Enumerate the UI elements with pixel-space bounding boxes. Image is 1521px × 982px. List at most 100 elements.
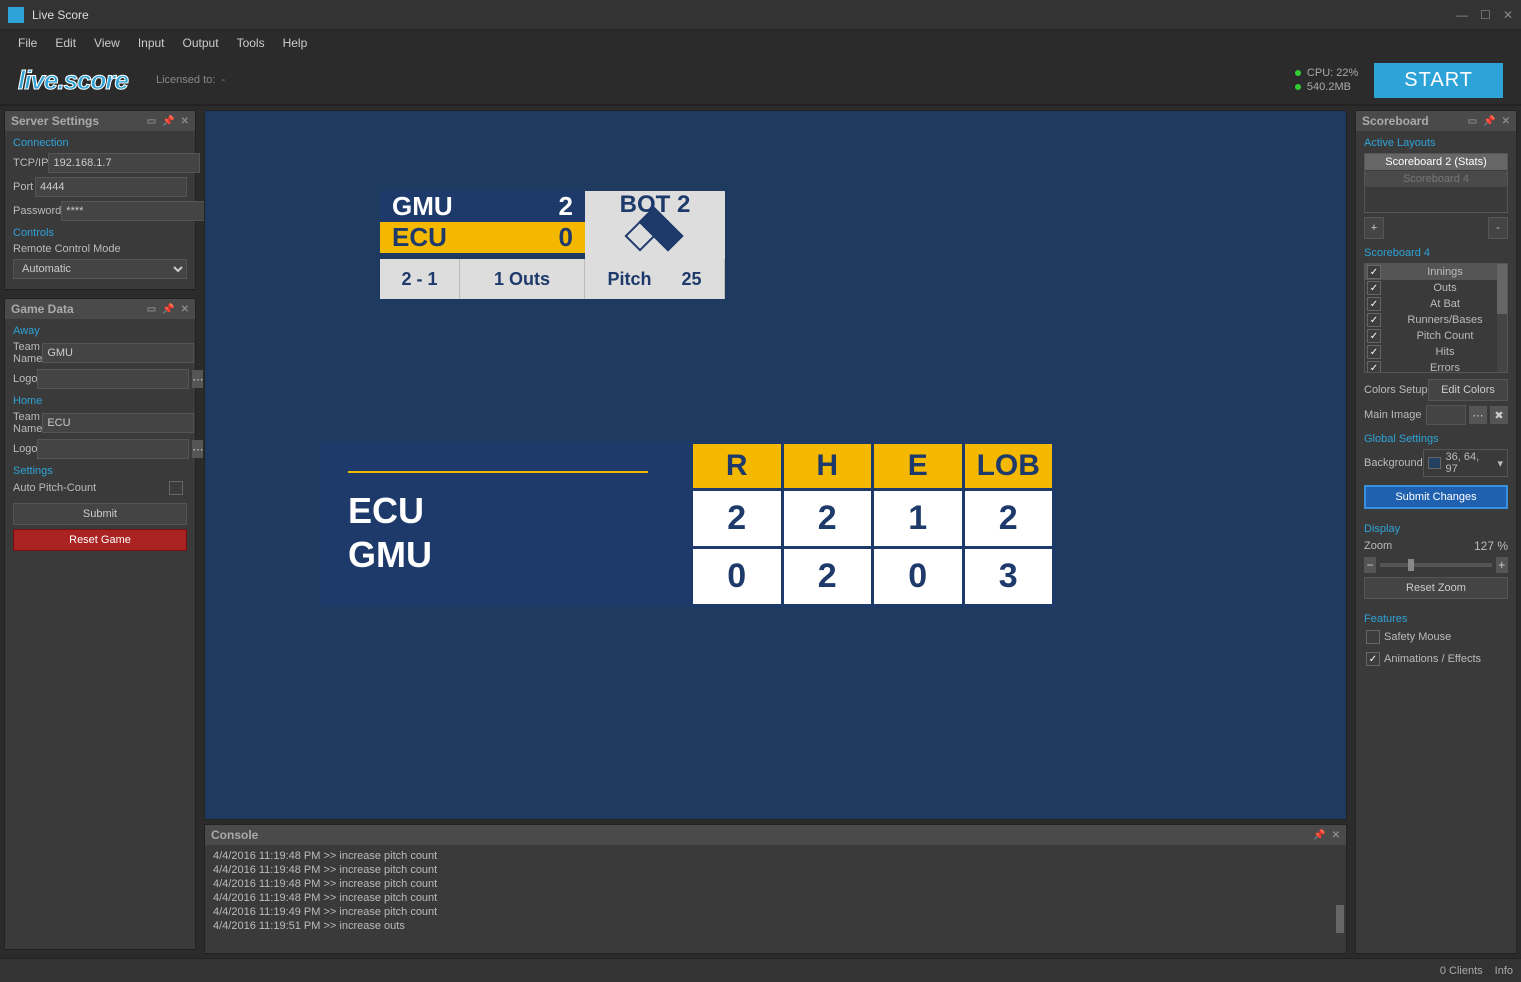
panel-close-icon[interactable]: ✕ <box>1502 116 1510 127</box>
menu-input[interactable]: Input <box>138 36 165 50</box>
scrollbar[interactable] <box>1497 264 1507 372</box>
option-checkbox[interactable] <box>1367 281 1381 295</box>
edit-colors-button[interactable]: Edit Colors <box>1428 379 1508 401</box>
password-label: Password <box>13 205 61 217</box>
submit-changes-button[interactable]: Submit Changes <box>1364 485 1508 509</box>
console-panel: Console 📌 ✕ 4/4/2016 11:19:48 PM >> incre… <box>204 824 1347 954</box>
zoom-value: 127 % <box>1474 539 1508 553</box>
menu-view[interactable]: View <box>94 36 120 50</box>
logo: live.score <box>18 65 128 96</box>
scoreboard-panel-title: Scoreboard <box>1362 114 1468 128</box>
game-data-title: Game Data <box>11 302 147 316</box>
option-checkbox[interactable] <box>1367 361 1381 373</box>
tcpip-label: TCP/IP <box>13 157 48 169</box>
connection-label: Connection <box>13 137 187 149</box>
away-teamname-label: Team Name <box>13 341 42 365</box>
zoom-slider[interactable] <box>1380 563 1491 567</box>
away-teamname-input[interactable] <box>42 343 194 363</box>
home-teamname-input[interactable] <box>42 413 194 433</box>
scrollbar-thumb[interactable] <box>1336 905 1344 933</box>
option-checkbox[interactable] <box>1367 313 1381 327</box>
window-title: Live Score <box>32 8 1456 22</box>
game-data-panel: Game Data ▭📌✕ Away Team Name Logo⋯✖ Home… <box>4 298 196 950</box>
clear-icon[interactable]: ✖ <box>1490 406 1508 424</box>
display-label: Display <box>1364 523 1508 535</box>
zoom-minus[interactable]: − <box>1364 557 1376 573</box>
away-logo-label: Logo <box>13 373 37 385</box>
maximize-icon[interactable]: ☐ <box>1480 8 1491 22</box>
option-checkbox[interactable] <box>1367 345 1381 359</box>
console-body[interactable]: 4/4/2016 11:19:48 PM >> increase pitch c… <box>205 845 1346 945</box>
home-teamname-label: Team Name <box>13 411 42 435</box>
port-label: Port <box>13 181 35 193</box>
safety-mouse-checkbox[interactable] <box>1366 630 1380 644</box>
header: live.score Licensed to: - CPU: 22% 540.2… <box>0 56 1521 106</box>
start-button[interactable]: START <box>1374 63 1503 98</box>
option-checkbox[interactable] <box>1367 297 1381 311</box>
scoreboard-panel: Scoreboard ▭📌✕ Active Layouts Scoreboard… <box>1355 110 1517 954</box>
colors-setup-label: Colors Setup <box>1364 384 1428 396</box>
home-label: Home <box>13 395 187 407</box>
preview-canvas: GMU2 ECU0 BOT 2 2 - 1 1 Outs <box>204 110 1347 820</box>
titlebar: Live Score — ☐ ✕ <box>0 0 1521 30</box>
minimize-icon[interactable]: — <box>1456 8 1468 22</box>
licensed-label: Licensed to: - <box>156 74 225 86</box>
system-stats: CPU: 22% 540.2MB <box>1295 66 1358 94</box>
console-title: Console <box>211 828 1313 842</box>
server-settings-panel: Server Settings ▭📌✕ Connection TCP/IP Po… <box>4 110 196 290</box>
auto-pitch-label: Auto Pitch-Count <box>13 482 169 494</box>
menu-file[interactable]: File <box>18 36 37 50</box>
count-label: 2 - 1 <box>380 259 460 299</box>
bases-diamond <box>625 219 685 259</box>
panel-float-icon[interactable]: ▭ <box>147 304 156 315</box>
reset-game-button[interactable]: Reset Game <box>13 529 187 551</box>
app-icon <box>8 7 24 23</box>
panel-pin-icon[interactable]: 📌 <box>1483 116 1495 127</box>
reset-zoom-button[interactable]: Reset Zoom <box>1364 577 1508 599</box>
settings-label: Settings <box>13 465 187 477</box>
panel-close-icon[interactable]: ✕ <box>181 116 189 127</box>
panel-float-icon[interactable]: ▭ <box>147 116 156 127</box>
animations-checkbox[interactable] <box>1366 652 1380 666</box>
status-clients: 0 Clients <box>1440 965 1483 977</box>
controls-label: Controls <box>13 227 187 239</box>
remove-layout-button[interactable]: - <box>1488 217 1508 239</box>
panel-close-icon[interactable]: ✕ <box>1332 830 1340 841</box>
menu-tools[interactable]: Tools <box>237 36 265 50</box>
panel-pin-icon[interactable]: 📌 <box>162 304 174 315</box>
scoreboard-bug: GMU2 ECU0 BOT 2 2 - 1 1 Outs <box>380 191 725 299</box>
submit-button[interactable]: Submit <box>13 503 187 525</box>
main-image-label: Main Image <box>1364 409 1426 421</box>
stats-team2: GMU <box>348 533 662 577</box>
panel-pin-icon[interactable]: 📌 <box>1313 830 1325 841</box>
menubar: File Edit View Input Output Tools Help <box>0 30 1521 56</box>
background-label: Background <box>1364 457 1423 469</box>
panel-close-icon[interactable]: ✕ <box>181 304 189 315</box>
password-input[interactable] <box>61 201 213 221</box>
option-checkbox[interactable] <box>1367 329 1381 343</box>
option-checkbox[interactable] <box>1367 265 1381 279</box>
scoreboard-stats: ECU GMU R H E LOB 2 2 1 2 0 2 0 <box>320 441 1055 607</box>
main-image-input[interactable] <box>1426 405 1466 425</box>
menu-output[interactable]: Output <box>183 36 219 50</box>
zoom-plus[interactable]: + <box>1496 557 1508 573</box>
home-logo-input[interactable] <box>37 439 189 459</box>
layout-item[interactable]: Scoreboard 4 <box>1365 171 1507 187</box>
menu-help[interactable]: Help <box>283 36 308 50</box>
away-logo-input[interactable] <box>37 369 189 389</box>
close-icon[interactable]: ✕ <box>1503 8 1513 22</box>
auto-pitch-checkbox[interactable] <box>169 481 183 495</box>
remote-mode-select[interactable]: Automatic <box>13 259 187 279</box>
tcpip-input[interactable] <box>48 153 200 173</box>
add-layout-button[interactable]: + <box>1364 217 1384 239</box>
background-color-picker[interactable]: 36, 64, 97▾ <box>1423 449 1508 477</box>
status-info[interactable]: Info <box>1495 965 1513 977</box>
panel-float-icon[interactable]: ▭ <box>1468 116 1477 127</box>
menu-edit[interactable]: Edit <box>55 36 76 50</box>
panel-pin-icon[interactable]: 📌 <box>162 116 174 127</box>
layout-item[interactable]: Scoreboard 2 (Stats) <box>1365 154 1507 170</box>
home-logo-label: Logo <box>13 443 37 455</box>
away-label: Away <box>13 325 187 337</box>
port-input[interactable] <box>35 177 187 197</box>
browse-icon[interactable]: ⋯ <box>1469 406 1487 424</box>
